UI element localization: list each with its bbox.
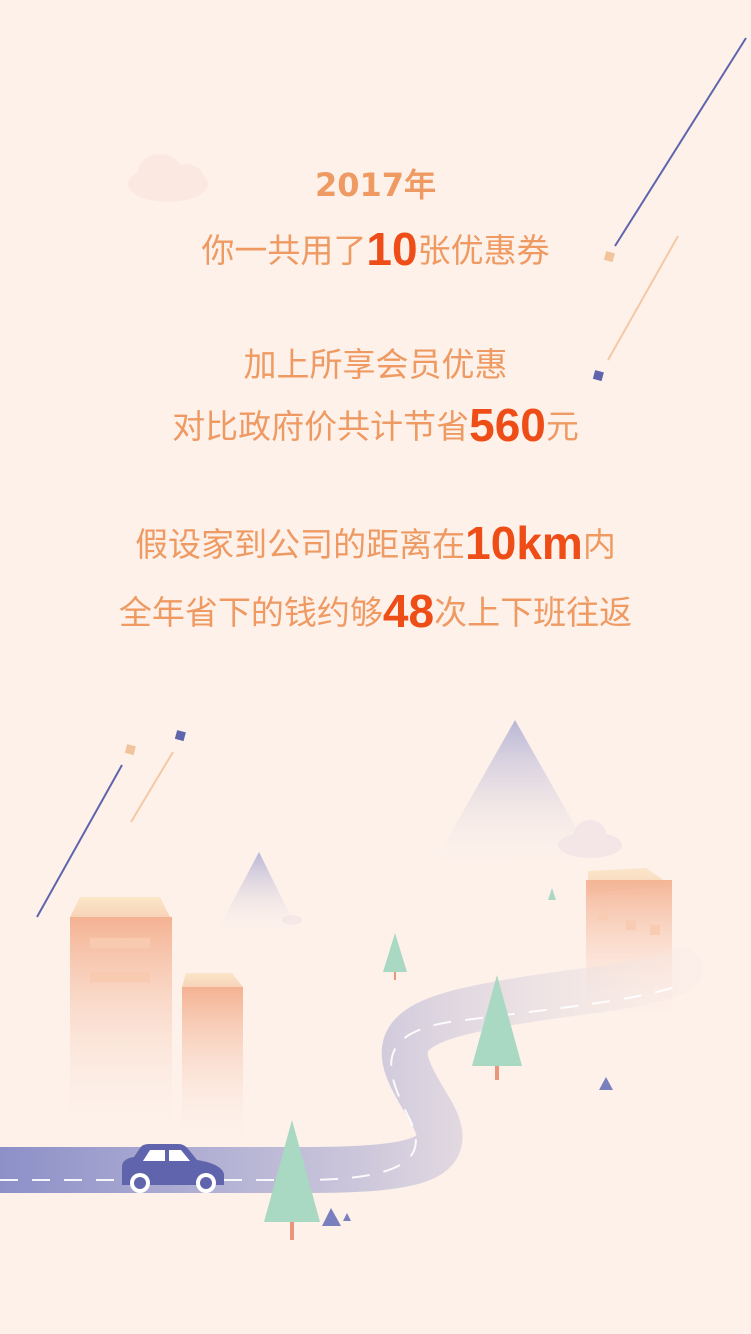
member-text: 加上所享会员优惠: [243, 345, 508, 384]
coupon-line: 你一共用了10张优惠券: [0, 222, 751, 276]
decor-line-purple: [614, 37, 747, 247]
decor-triangle: [599, 1077, 613, 1090]
saving-prefix: 对比政府价共计节省: [172, 407, 470, 446]
trips-line: 全年省下的钱约够48次上下班往返: [0, 584, 751, 638]
trips-suffix: 次上下班往返: [434, 593, 633, 632]
decor-line-orange: [130, 751, 174, 823]
coupon-prefix: 你一共用了: [201, 231, 367, 270]
building-left-short: [182, 973, 243, 1147]
decor-line-purple: [36, 764, 123, 918]
saving-line: 对比政府价共计节省560元: [0, 398, 751, 452]
coupon-count: 10: [366, 223, 418, 275]
saving-amount: 560: [469, 399, 546, 451]
trips-count: 48: [382, 585, 435, 637]
decor-triangle: [343, 1213, 351, 1221]
decor-square: [124, 744, 136, 756]
cloud-icon: [282, 915, 302, 925]
annual-report-card: 2017年 你一共用了10张优惠券 加上所享会员优惠 对比政府价共计节省560元…: [0, 0, 751, 1334]
decor-triangle: [322, 1208, 341, 1226]
report-year: 2017年: [0, 160, 751, 206]
building-left-tall: [70, 897, 172, 1137]
coupon-suffix: 张优惠券: [417, 231, 550, 270]
distance-line: 假设家到公司的距离在10km内: [0, 516, 751, 570]
saving-suffix: 元: [545, 407, 579, 446]
trips-prefix: 全年省下的钱约够: [118, 593, 383, 632]
member-line: 加上所享会员优惠: [0, 338, 751, 386]
distance-value: 10km: [465, 517, 583, 569]
tree-icon: [548, 888, 556, 900]
decor-square: [174, 730, 186, 742]
year-label: 2017年: [314, 166, 437, 204]
distance-prefix: 假设家到公司的距离在: [135, 525, 466, 564]
distance-suffix: 内: [582, 525, 616, 564]
tree-icon: [383, 933, 407, 980]
